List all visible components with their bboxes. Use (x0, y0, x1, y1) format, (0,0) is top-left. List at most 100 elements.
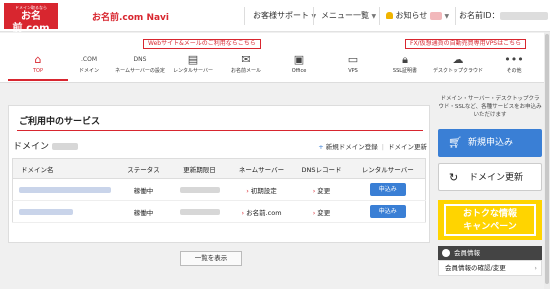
sidebar: ドメイン・サーバー・デスクトップクラウド・SSLなど、各種サービスをお申込みいた… (438, 93, 542, 276)
more-icon: ••• (504, 53, 524, 66)
banner-line1: おトクな情報 (462, 209, 517, 219)
expiry-cell (168, 178, 231, 201)
icon-desktop-cloud[interactable]: ☁ デスクトップクラウド (428, 53, 488, 75)
apply-button[interactable]: 申込み (369, 183, 406, 196)
icon-nameserver[interactable]: DNS ネームサーバーの設定 (110, 53, 170, 75)
icon-rental-server[interactable]: ▤ レンタルサーバー (163, 53, 223, 75)
support-menu[interactable]: お客様サポート ▼ (253, 10, 316, 21)
campaign-banner[interactable]: おトクな情報 キャンペーン (438, 200, 542, 240)
member-info-header: 会員情報 (438, 246, 542, 260)
table-row: 稼働中 › お名前.com › 変更 申込み (12, 200, 426, 223)
icon-ssl[interactable]: 🔒︎ SSL証明書 (375, 53, 435, 75)
navi-title: お名前.com Navi (92, 13, 170, 23)
expiry-date (179, 186, 220, 193)
divider (313, 7, 314, 25)
notice-count-badge (429, 11, 442, 20)
refresh-icon: ↻ (449, 171, 459, 184)
apply-button[interactable]: 申込み (369, 205, 406, 218)
divider (244, 7, 245, 25)
server-cell: 申込み (350, 200, 426, 223)
plus-icon: + (318, 143, 324, 151)
title-underline (17, 130, 423, 131)
onamae-logo[interactable]: ドメイン取るなら お名前.com (4, 3, 58, 34)
col-dns: DNSレコード (292, 158, 351, 179)
domain-name-cell[interactable] (12, 200, 119, 223)
domain-name (19, 186, 111, 193)
register-domain-link[interactable]: 新規ドメイン登録 (326, 143, 378, 151)
member-title: 会員情報 (454, 249, 480, 257)
member-edit-link[interactable]: 会員情報の確認/変更 › (438, 260, 542, 276)
icon-label: お名前メール (230, 68, 261, 74)
nameserver-cell[interactable]: › お名前.com (230, 200, 293, 223)
nameserver-value: 初期設定 (250, 186, 277, 195)
notice-menu[interactable]: お知らせ ▼ (386, 10, 449, 21)
col-status: ステータス (118, 158, 169, 179)
user-id-menu[interactable]: お名前ID： (459, 10, 548, 21)
divider (379, 7, 380, 25)
vps-icon: ▭ (347, 53, 359, 66)
nameserver-cell[interactable]: › 初期設定 (230, 178, 293, 201)
user-id-label: お名前ID： (459, 11, 500, 20)
expiry-cell (168, 200, 231, 223)
icon-mail[interactable]: ✉ お名前メール (216, 53, 276, 75)
icon-label: その他 (506, 68, 522, 74)
panel-title: ご利用中のサービス (19, 117, 101, 127)
server-icon: ▤ (187, 53, 199, 66)
icon-label: デスクトップクラウド (432, 68, 483, 74)
domain-name (19, 208, 73, 215)
new-apply-button[interactable]: 🛒︎ 新規申込み (438, 129, 542, 157)
domain-renew-label: ドメイン更新 (469, 173, 524, 183)
show-all-button[interactable]: 一覧を表示 (180, 251, 242, 266)
domain-links: + 新規ドメイン登録 | ドメイン更新 (318, 141, 427, 151)
divider (455, 7, 456, 25)
promo-vps[interactable]: FX/仮想通貨の自動売買専用VPSはこちら (405, 39, 527, 49)
icon-label: Office (291, 68, 307, 74)
scrollbar-thumb[interactable] (545, 34, 549, 284)
service-icon-bar: Webサイト&メールのご利用ならこちら FX/仮想通貨の自動売買専用VPSはこち… (0, 33, 550, 83)
domain-table: ドメイン名 ステータス 更新期限日 ネームサーバー DNSレコード レンタルサー… (12, 158, 426, 223)
support-label: お客様サポート (253, 11, 309, 20)
col-rental-server: レンタルサーバー (350, 158, 426, 179)
dns-change-link: 変更 (317, 208, 331, 217)
status-cell: 稼働中 (118, 178, 169, 201)
banner-line2: キャンペーン (463, 222, 517, 232)
icon-label: ネームサーバーの設定 (115, 68, 165, 74)
dns-cell[interactable]: › 変更 (292, 200, 351, 223)
link-separator: | (381, 143, 384, 151)
domain-name-cell[interactable] (12, 178, 119, 201)
domain-section-heading: ドメイン (13, 139, 78, 152)
col-expiry: 更新期限日 (168, 158, 231, 179)
member-link-label: 会員情報の確認/変更 (445, 264, 506, 272)
dns-icon: DNS (133, 56, 147, 63)
dns-cell[interactable]: › 変更 (292, 178, 351, 201)
icon-more[interactable]: ••• その他 (484, 53, 544, 75)
col-domain: ドメイン名 (12, 158, 119, 179)
col-nameserver: ネームサーバー (230, 158, 293, 179)
dns-change-link: 変更 (317, 186, 331, 195)
promo-web-mail[interactable]: Webサイト&メールのご利用ならこちら (143, 39, 261, 49)
services-panel: ご利用中のサービス ドメイン + 新規ドメイン登録 | ドメイン更新 ドメイン名 ス… (8, 105, 430, 243)
icon-vps[interactable]: ▭ VPS (323, 53, 383, 75)
chevron-right-icon: › (534, 264, 537, 272)
table-header: ドメイン名 ステータス 更新期限日 ネームサーバー DNSレコード レンタルサー… (12, 158, 426, 179)
chevron-right-icon: › (241, 208, 245, 217)
icon-label: SSL証明書 (392, 68, 418, 74)
domain-label: ドメイン (13, 142, 50, 152)
lock-icon: 🔒︎ (402, 53, 408, 66)
domain-renew-button[interactable]: ↻ ドメイン更新 (438, 163, 542, 191)
menu-label: メニュー一覧 (321, 11, 369, 20)
cart-icon: 🛒︎ (448, 136, 462, 149)
renew-domain-link[interactable]: ドメイン更新 (388, 143, 427, 151)
icon-office[interactable]: ▣ Office (269, 53, 329, 75)
menu-list[interactable]: メニュー一覧 ▼ (321, 10, 376, 21)
chevron-down-icon: ▼ (371, 13, 377, 20)
chevron-down-icon: ▼ (444, 13, 450, 20)
chevron-right-icon: › (312, 186, 316, 195)
logo-tagline: ドメイン取るなら (15, 5, 47, 10)
bell-icon (386, 12, 393, 19)
new-apply-label: 新規申込み (468, 138, 514, 148)
office-icon: ▣ (293, 53, 305, 66)
chevron-right-icon: › (246, 186, 249, 195)
user-icon (442, 249, 450, 257)
sidebar-info: ドメイン・サーバー・デスクトップクラウド・SSLなど、各種サービスをお申込みいた… (438, 96, 542, 118)
